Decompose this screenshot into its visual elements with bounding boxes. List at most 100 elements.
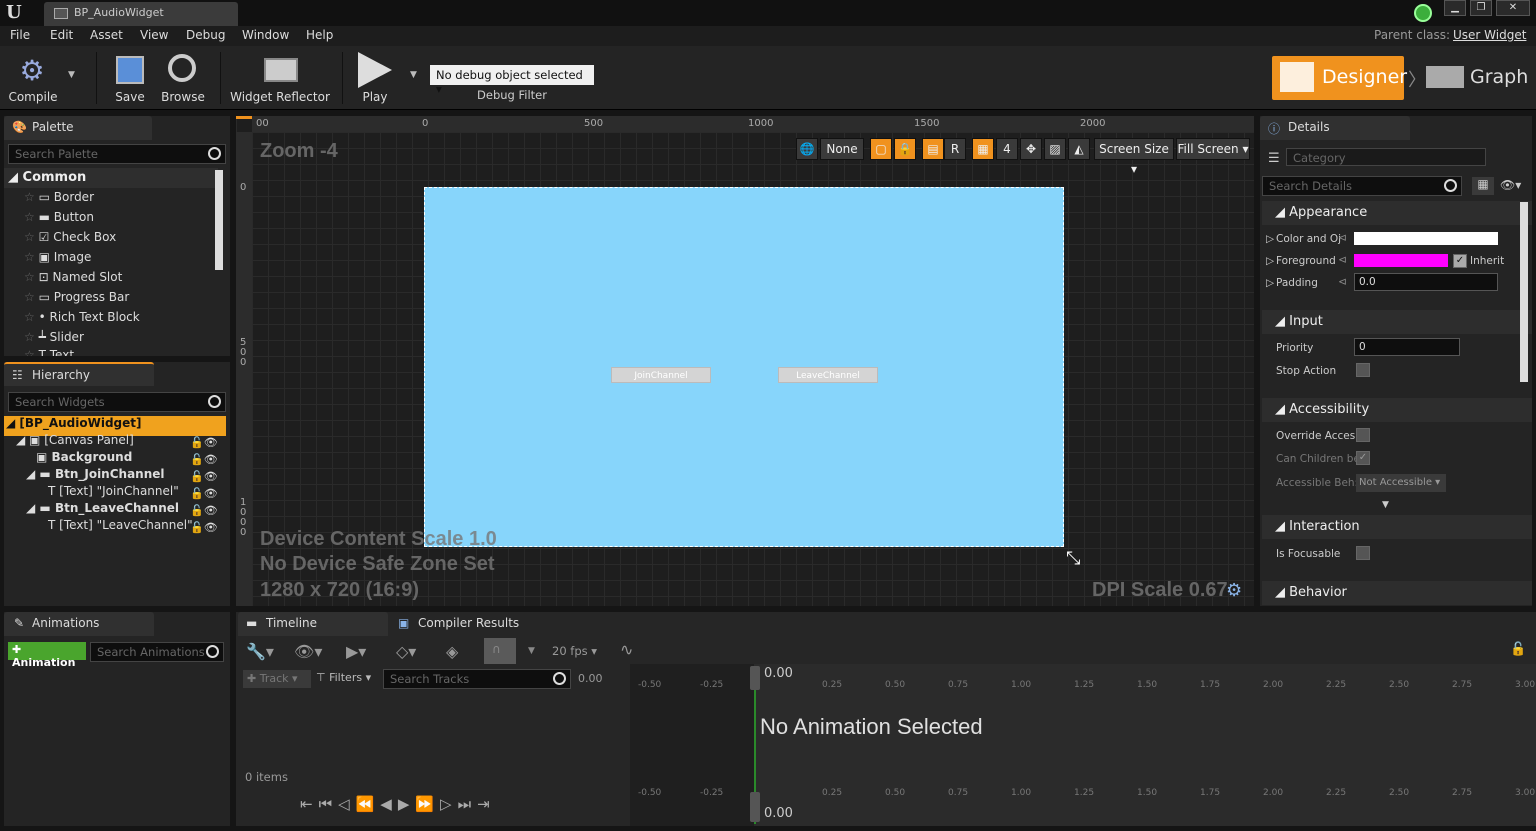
favorite-star-icon[interactable]: ☆	[24, 250, 35, 264]
expand-arrow-icon[interactable]: ▷	[1266, 277, 1274, 289]
palette-item-check-box[interactable]: ☆ ☑ Check Box	[24, 230, 116, 250]
accessible-behavior-dropdown[interactable]: Not Accessible ▾	[1356, 474, 1446, 492]
debug-object-dropdown[interactable]: No debug object selected ▾	[430, 65, 594, 96]
details-scrollbar[interactable]	[1520, 202, 1528, 382]
favorite-star-icon[interactable]: ☆	[24, 330, 35, 344]
tracks-search-input[interactable]: Search Tracks	[383, 669, 571, 689]
category-behavior[interactable]: ◢ Behavior	[1262, 581, 1532, 605]
add-track-button[interactable]: ✚ Track ▾	[243, 670, 311, 688]
playhead-handle-bottom[interactable]	[750, 792, 760, 822]
widget-reflector-button[interactable]: Widget Reflector	[230, 50, 330, 108]
keyframe-options-icon[interactable]: ◇▾	[396, 642, 416, 661]
respect-locks-toggle[interactable]: R	[944, 138, 966, 160]
designer-mode-button[interactable]: Designer	[1272, 56, 1407, 100]
join-channel-button[interactable]: JoinChannel	[611, 367, 711, 383]
palette-item-image[interactable]: ☆ ▣ Image	[24, 250, 91, 270]
expand-arrow-icon[interactable]: ▷	[1266, 233, 1274, 245]
snap-toggle-icon[interactable]: ▤	[922, 138, 944, 160]
category-accessibility[interactable]: ◢ Accessibility	[1262, 398, 1532, 422]
palette-item-named-slot[interactable]: ☆ ⊡ Named Slot	[24, 270, 122, 290]
category-interaction[interactable]: ◢ Interaction	[1262, 515, 1532, 539]
palette-item-button[interactable]: ☆ ▬ Button	[24, 210, 94, 230]
menu-file[interactable]: File	[10, 28, 30, 42]
leave-channel-button[interactable]: LeaveChannel	[778, 367, 878, 383]
minimize-button[interactable]: ▁	[1444, 0, 1466, 16]
timeline-tab[interactable]: ▬ Timeline	[238, 612, 388, 636]
fill-screen-dropdown[interactable]: Fill Screen ▾	[1176, 138, 1250, 160]
filters-dropdown[interactable]: ⊤ Filters ▾	[316, 671, 371, 684]
favorite-star-icon[interactable]: ☆	[24, 210, 35, 224]
binding-icon[interactable]: ⊲	[1338, 232, 1347, 244]
timeline-tools-wrench-icon[interactable]: 🔧▾	[246, 642, 274, 661]
favorite-star-icon[interactable]: ☆	[24, 348, 35, 356]
palette-search-input[interactable]: Search Palette	[8, 144, 226, 164]
palette-item-slider[interactable]: ☆ ┷ Slider	[24, 330, 84, 350]
document-tab[interactable]: BP_AudioWidget	[44, 2, 238, 26]
timeline-view-eye-icon[interactable]: 👁▾	[294, 642, 322, 661]
play-options-chevron-icon[interactable]: ▼	[410, 70, 417, 80]
is-focusable-checkbox[interactable]	[1356, 546, 1370, 560]
priority-input[interactable]: 0	[1354, 338, 1460, 356]
dpi-settings-gear-icon[interactable]: ⚙	[1226, 580, 1242, 601]
unreal-logo-icon[interactable]: U	[6, 2, 28, 24]
parent-class-link[interactable]: User Widget	[1453, 28, 1526, 42]
hierarchy-row-text-leave[interactable]: T [Text] "LeaveChannel"	[48, 518, 193, 538]
browse-button[interactable]: Browse	[160, 50, 206, 108]
favorite-star-icon[interactable]: ☆	[24, 290, 35, 304]
animations-search-input[interactable]: Search Animations	[90, 642, 224, 662]
binding-icon[interactable]: ⊲	[1338, 254, 1347, 266]
override-accessible-checkbox[interactable]	[1356, 428, 1370, 442]
curve-editor-icon[interactable]: ∿	[620, 640, 633, 659]
lock-icon[interactable]: 🔓	[1510, 642, 1526, 657]
snap-options-chevron-icon[interactable]: ▼	[528, 646, 535, 656]
favorite-star-icon[interactable]: ☆	[24, 230, 35, 244]
compile-button[interactable]: ⚙ Compile	[4, 50, 62, 108]
add-animation-button[interactable]: ✚ Animation	[8, 642, 86, 669]
advanced-expand-icon[interactable]: ▼	[1382, 500, 1389, 510]
source-control-icon[interactable]	[1414, 4, 1432, 22]
favorite-star-icon[interactable]: ☆	[24, 190, 35, 204]
lock-eye-icons[interactable]: 🔓👁	[190, 451, 226, 468]
play-button[interactable]: Play	[350, 50, 400, 108]
widget-preview-area[interactable]	[424, 187, 1064, 547]
save-button[interactable]: Save	[108, 50, 152, 108]
stop-action-checkbox[interactable]	[1356, 363, 1370, 377]
palette-scrollbar[interactable]	[215, 170, 223, 270]
palette-item-border[interactable]: ☆ ▭ Border	[24, 190, 94, 210]
localization-globe-icon[interactable]: 🌐	[796, 138, 818, 160]
menu-view[interactable]: View	[140, 28, 168, 42]
category-input[interactable]: Category	[1286, 148, 1486, 166]
color-swatch-white[interactable]	[1354, 232, 1498, 245]
color-swatch-foreground[interactable]	[1354, 254, 1448, 267]
graph-mode-button[interactable]: Graph	[1426, 56, 1528, 100]
lock-eye-icons[interactable]: 🔓👁	[190, 468, 226, 485]
current-time-readout[interactable]: 0.00	[578, 672, 603, 685]
binding-icon[interactable]: ⊲	[1338, 276, 1347, 288]
hierarchy-tab[interactable]: ☷ Hierarchy	[4, 362, 154, 386]
background-image-icon[interactable]: ▨	[1044, 138, 1066, 160]
palette-item-progress-bar[interactable]: ☆ ▭ Progress Bar	[24, 290, 129, 310]
lock-eye-icons[interactable]: 🔓👁	[190, 434, 226, 451]
palette-tab[interactable]: 🎨 Palette	[4, 116, 152, 140]
palette-category-common[interactable]: ◢ Common	[4, 168, 218, 188]
category-input[interactable]: ◢ Input	[1262, 310, 1532, 334]
playhead-handle-top[interactable]	[750, 666, 760, 690]
maximize-button[interactable]: ❐	[1470, 0, 1492, 16]
palette-item-rich-text-block[interactable]: ☆ • Rich Text Block	[24, 310, 140, 330]
auto-key-icon[interactable]: ◈	[446, 642, 458, 661]
details-tab[interactable]: ⓘ Details	[1260, 116, 1410, 140]
menu-debug[interactable]: Debug	[186, 28, 225, 42]
menu-help[interactable]: Help	[306, 28, 333, 42]
details-search-input[interactable]: Search Details	[1262, 176, 1462, 196]
inherit-checkbox[interactable]: ✓	[1453, 254, 1467, 268]
outline-toggle-icon[interactable]: ▢	[870, 138, 892, 160]
flip-icon[interactable]: ◭	[1068, 138, 1090, 160]
can-children-checkbox[interactable]: ✓	[1356, 451, 1370, 465]
screen-size-dropdown[interactable]: Screen Size ▾	[1094, 138, 1174, 176]
culture-preview-dropdown[interactable]: None	[820, 138, 864, 160]
property-matrix-icon[interactable]: ▦	[1472, 177, 1494, 195]
fps-dropdown[interactable]: 20 fps ▾	[552, 644, 597, 658]
compile-options-chevron-icon[interactable]: ▼	[68, 70, 75, 80]
palette-item-text[interactable]: ☆ T Text	[24, 348, 74, 356]
grid-snap-size[interactable]: 4	[996, 138, 1018, 160]
